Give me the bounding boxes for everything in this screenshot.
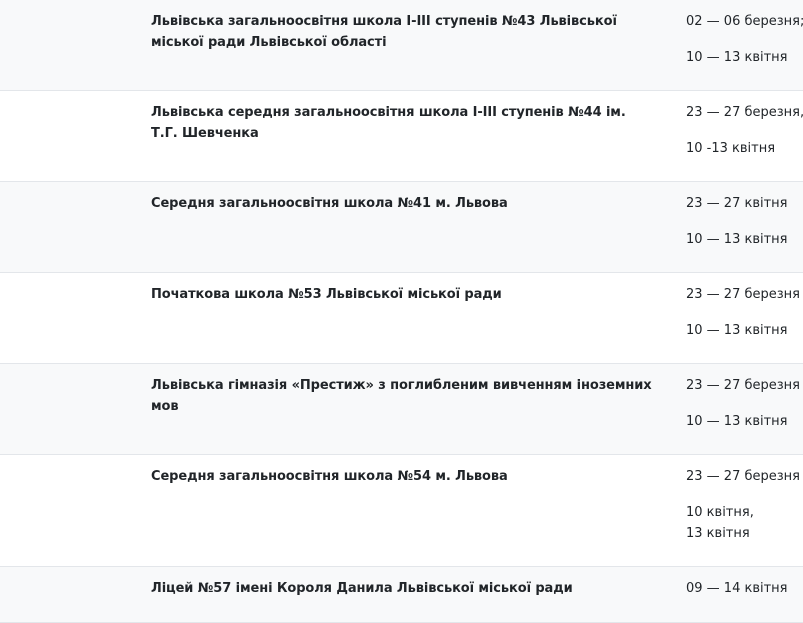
table-row: Середня загальноосвітня школа №54 м. Льв…	[0, 455, 803, 567]
table-row: Львівська загальноосвітня школа І-ІІІ ст…	[0, 0, 803, 91]
date-range: 23 — 27 березня	[686, 378, 800, 393]
schedule-table: Львівська загальноосвітня школа І-ІІІ ст…	[0, 0, 803, 623]
date-cell: 02 — 06 березня; 10 — 13 квітня	[686, 11, 803, 68]
date-range: 10 — 13 квітня	[686, 323, 788, 338]
date-cell: 23 — 27 квітня 10 — 13 квітня	[686, 193, 803, 250]
school-name: Львівська загальноосвітня школа І-ІІІ ст…	[151, 14, 617, 50]
school-name: Середня загальноосвітня школа №41 м. Льв…	[151, 196, 508, 211]
school-name: Початкова школа №53 Львівської міської р…	[151, 287, 502, 302]
date-range: 23 — 27 березня	[686, 287, 800, 302]
school-name: Середня загальноосвітня школа №54 м. Льв…	[151, 469, 508, 484]
date-range: 10 — 13 квітня	[686, 232, 788, 247]
date-range: 02 — 06 березня;	[686, 14, 803, 29]
date-cell: 09 — 14 квітня	[686, 578, 803, 599]
date-cell: 23 — 27 березня 10 — 13 квітня	[686, 284, 803, 341]
date-range: 23 — 27 березня,	[686, 105, 803, 120]
date-cell: 23 — 27 березня, 10 -13 квітня	[686, 102, 803, 159]
school-name: Львівська середня загальноосвітня школа …	[151, 105, 626, 141]
school-name: Львівська гімназія «Престиж» з поглиблен…	[151, 378, 652, 414]
school-name: Ліцей №57 імені Короля Данила Львівської…	[151, 581, 573, 596]
table-row: Середня загальноосвітня школа №41 м. Льв…	[0, 182, 803, 273]
table-row: Львівська середня загальноосвітня школа …	[0, 91, 803, 182]
date-range: 10 — 13 квітня	[686, 50, 788, 65]
date-range: 23 — 27 березня	[686, 469, 800, 484]
date-range: 10 -13 квітня	[686, 141, 776, 156]
date-cell: 23 — 27 березня 10 — 13 квітня	[686, 375, 803, 432]
table-row: Ліцей №57 імені Короля Данила Львівської…	[0, 567, 803, 623]
table-row: Початкова школа №53 Львівської міської р…	[0, 273, 803, 364]
date-range: 09 — 14 квітня	[686, 581, 788, 596]
date-cell: 23 — 27 березня 10 квітня, 13 квітня	[686, 466, 803, 544]
date-range: 10 квітня,	[686, 505, 754, 520]
table-row: Львівська гімназія «Престиж» з поглиблен…	[0, 364, 803, 455]
date-range: 10 — 13 квітня	[686, 414, 788, 429]
date-range: 23 — 27 квітня	[686, 196, 788, 211]
date-range: 13 квітня	[686, 526, 750, 541]
